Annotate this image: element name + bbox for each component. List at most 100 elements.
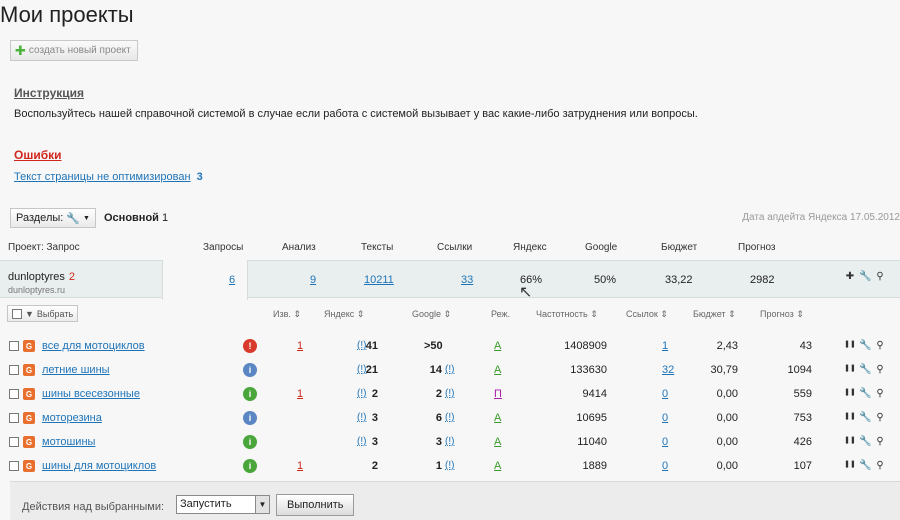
project-queries[interactable]: 6 <box>229 274 235 286</box>
keyword-link[interactable]: моторезина <box>42 412 102 424</box>
keyword-link[interactable]: все для мотоциклов <box>42 340 145 352</box>
izv-value[interactable]: 1 <box>297 340 303 352</box>
bulk-action-select[interactable]: Запустить ▼ <box>176 495 270 514</box>
wrench-icon[interactable]: 🔧 <box>859 340 871 351</box>
yandex-delta[interactable]: (!) <box>357 340 366 351</box>
yandex-delta[interactable]: (!) <box>357 436 366 447</box>
keyword-row[interactable]: Gвсе для мотоциклов! 1 41 (!) >50 А 1408909 1 2,… <box>0 335 900 359</box>
col-kw-forecast[interactable]: Прогноз ⇕ <box>760 309 804 320</box>
g-icon: G <box>23 436 35 448</box>
error-link[interactable]: Текст страницы не оптимизирован <box>14 171 191 183</box>
search-icon[interactable]: ⚲ <box>874 364 886 375</box>
status-icon[interactable]: i <box>243 387 257 401</box>
izv-value[interactable]: 1 <box>297 388 303 400</box>
update-date: Дата апдейта Яндекса 17.05.2012 <box>742 212 900 223</box>
links-count[interactable]: 32 <box>662 364 674 376</box>
wrench-icon[interactable]: 🔧 <box>859 436 871 447</box>
izv-value[interactable]: 1 <box>297 460 303 472</box>
wrench-icon[interactable]: 🔧 <box>859 388 871 399</box>
google-delta[interactable]: (!) <box>445 364 454 375</box>
wrench-icon[interactable]: 🔧 <box>859 412 871 423</box>
search-icon[interactable]: ⚲ <box>874 412 886 423</box>
pause-icon[interactable]: ❚❚ <box>844 340 856 351</box>
pause-icon[interactable]: ❚❚ <box>844 412 856 423</box>
keyword-row[interactable]: Gшины для мотоциклов i 1 2 1 (!) А 1889 0 0,00 107… <box>0 455 900 479</box>
links-count[interactable]: 0 <box>662 436 668 448</box>
instruction-title[interactable]: Инструкция <box>14 86 84 100</box>
col-kw-budget[interactable]: Бюджет ⇕ <box>693 309 736 320</box>
keyword-row[interactable]: Gмотошины i 3 (!) 3 (!) А 11040 0 0,00 426 ❚❚ 🔧 ⚲ <box>0 431 900 455</box>
wrench-icon[interactable]: 🔧 <box>859 460 871 471</box>
mode-value[interactable]: А <box>494 412 501 424</box>
row-checkbox[interactable] <box>9 341 19 351</box>
g-icon: G <box>23 412 35 424</box>
links-count[interactable]: 0 <box>662 388 668 400</box>
row-checkbox[interactable] <box>9 437 19 447</box>
status-icon[interactable]: i <box>243 411 257 425</box>
frequency: 9414 <box>582 388 607 400</box>
search-icon[interactable]: ⚲ <box>874 460 886 471</box>
mode-value[interactable]: А <box>494 340 501 352</box>
wrench-icon[interactable]: 🔧 <box>859 271 871 282</box>
row-checkbox[interactable] <box>9 365 19 375</box>
search-icon[interactable]: ⚲ <box>874 340 886 351</box>
run-button[interactable]: Выполнить <box>276 494 355 516</box>
pause-icon[interactable]: ❚❚ <box>844 364 856 375</box>
col-freq[interactable]: Частотность ⇕ <box>536 309 598 320</box>
keyword-row[interactable]: Gшины всесезонные i 1 2 (!) 2 (!) П 9414 0 0,00 559… <box>0 383 900 407</box>
google-delta[interactable]: (!) <box>445 436 454 447</box>
row-checkbox[interactable] <box>9 389 19 399</box>
project-links[interactable]: 33 <box>461 274 473 286</box>
yandex-delta[interactable]: (!) <box>357 412 366 423</box>
col-yandex: Яндекс <box>513 242 547 253</box>
wrench-icon: 🔧 <box>66 212 81 225</box>
yandex-delta[interactable]: (!) <box>357 388 366 399</box>
project-analysis[interactable]: 9 <box>310 274 316 286</box>
add-icon[interactable]: ✚ <box>844 271 856 282</box>
row-checkbox[interactable] <box>9 461 19 471</box>
col-kw-yandex[interactable]: Яндекс ⇕ <box>324 309 364 320</box>
status-icon[interactable]: i <box>243 435 257 449</box>
pause-icon[interactable]: ❚❚ <box>844 388 856 399</box>
col-kw-links[interactable]: Ссылок ⇕ <box>626 309 668 320</box>
keyword-link[interactable]: шины всесезонные <box>42 388 140 400</box>
keyword-table-header: Изв. ⇕ Яндекс ⇕ Google ⇕ Реж. Частотност… <box>0 309 900 323</box>
project-texts[interactable]: 10211 <box>364 274 394 286</box>
google-delta[interactable]: (!) <box>445 412 454 423</box>
status-icon[interactable]: i <box>243 363 257 377</box>
pause-icon[interactable]: ❚❚ <box>844 460 856 471</box>
keyword-row[interactable]: Gлетние шины i 21 (!) 14 (!) А 133630 32 30,79 109… <box>0 359 900 383</box>
links-count[interactable]: 1 <box>662 340 668 352</box>
mode-value[interactable]: П <box>494 388 502 400</box>
project-name[interactable]: dunloptyres 2 <box>8 271 75 283</box>
mode-value[interactable]: А <box>494 364 501 376</box>
keyword-link[interactable]: летние шины <box>42 364 110 376</box>
col-izv[interactable]: Изв. ⇕ <box>273 309 301 320</box>
links-count[interactable]: 0 <box>662 460 668 472</box>
search-icon[interactable]: ⚲ <box>874 271 886 282</box>
col-kw-google[interactable]: Google ⇕ <box>412 309 451 320</box>
google-position: 3 <box>435 436 442 448</box>
errors-title[interactable]: Ошибки <box>14 148 62 162</box>
links-count[interactable]: 0 <box>662 412 668 424</box>
sections-button[interactable]: Разделы: 🔧 ▼ <box>10 208 96 228</box>
yandex-position: 2 <box>371 460 378 472</box>
pause-icon[interactable]: ❚❚ <box>844 436 856 447</box>
status-icon[interactable]: i <box>243 459 257 473</box>
mode-value[interactable]: А <box>494 436 501 448</box>
status-icon[interactable]: ! <box>243 339 257 353</box>
row-checkbox[interactable] <box>9 413 19 423</box>
wrench-icon[interactable]: 🔧 <box>859 364 871 375</box>
keyword-link[interactable]: шины для мотоциклов <box>42 460 156 472</box>
google-delta[interactable]: (!) <box>445 460 454 471</box>
search-icon[interactable]: ⚲ <box>874 436 886 447</box>
search-icon[interactable]: ⚲ <box>874 388 886 399</box>
mode-value[interactable]: А <box>494 460 501 472</box>
keyword-row[interactable]: Gмоторезина i 3 (!) 6 (!) А 10695 0 0,00 753 ❚❚ 🔧 ⚲ <box>0 407 900 431</box>
new-project-button[interactable]: ✚ создать новый проект <box>10 40 138 61</box>
project-row[interactable]: dunloptyres 2 dunloptyres.ru 6 9 10211 33… <box>0 260 900 300</box>
google-delta[interactable]: (!) <box>445 388 454 399</box>
yandex-delta[interactable]: (!) <box>357 364 366 375</box>
keyword-link[interactable]: мотошины <box>42 436 95 448</box>
current-section[interactable]: Основной 1 <box>104 212 168 224</box>
